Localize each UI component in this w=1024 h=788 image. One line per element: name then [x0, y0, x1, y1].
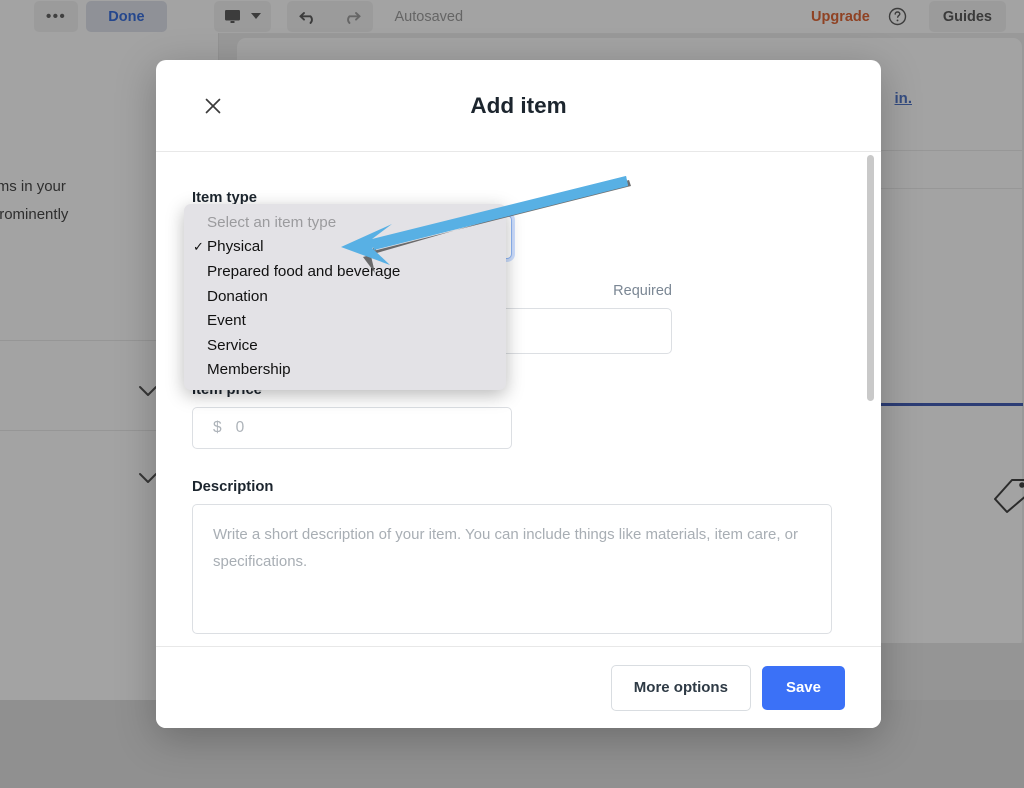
dropdown-option[interactable]: Donation	[184, 284, 506, 309]
dropdown-option[interactable]: ✓Physical	[184, 235, 506, 260]
dropdown-option[interactable]: Prepared food and beverage	[184, 259, 506, 284]
dropdown-option[interactable]: Membership	[184, 358, 506, 383]
check-icon: ✓	[193, 239, 207, 255]
item-name-required-tag: Required	[613, 283, 672, 299]
modal-footer: More options Save	[156, 646, 881, 728]
item-price-field: Item price $ 0	[192, 382, 835, 449]
description-field: Description Write a short description of…	[192, 479, 835, 634]
modal-title: Add item	[156, 93, 881, 119]
save-button[interactable]: Save	[762, 666, 845, 710]
dropdown-option-label: Membership	[207, 361, 291, 378]
dropdown-option-label: Donation	[207, 288, 268, 305]
modal-header: Add item	[156, 60, 881, 152]
dropdown-option-label: Physical	[207, 238, 264, 255]
more-options-button[interactable]: More options	[611, 665, 751, 711]
dropdown-option[interactable]: Event	[184, 308, 506, 333]
close-icon[interactable]	[200, 93, 226, 119]
dropdown-option-label: Service	[207, 337, 258, 354]
dropdown-option[interactable]: Service	[184, 333, 506, 358]
item-price-placeholder: 0	[236, 419, 245, 437]
description-textarea[interactable]: Write a short description of your item. …	[192, 504, 832, 634]
add-item-modal: Add item Item type Required Item price	[156, 60, 881, 728]
description-label: Description	[192, 479, 835, 495]
currency-symbol: $	[213, 419, 222, 437]
dropdown-placeholder-option[interactable]: Select an item type	[184, 210, 506, 235]
item-type-dropdown-menu[interactable]: Select an item type ✓Physical Prepared fo…	[184, 204, 506, 390]
dropdown-option-label: Event	[207, 312, 246, 329]
modal-scrollbar-thumb[interactable]	[867, 155, 874, 401]
dropdown-option-label: Prepared food and beverage	[207, 263, 400, 280]
modal-scrollbar[interactable]	[867, 155, 874, 643]
item-price-input[interactable]: $ 0	[192, 407, 512, 449]
screen-root: ••• Done	[0, 0, 1024, 788]
